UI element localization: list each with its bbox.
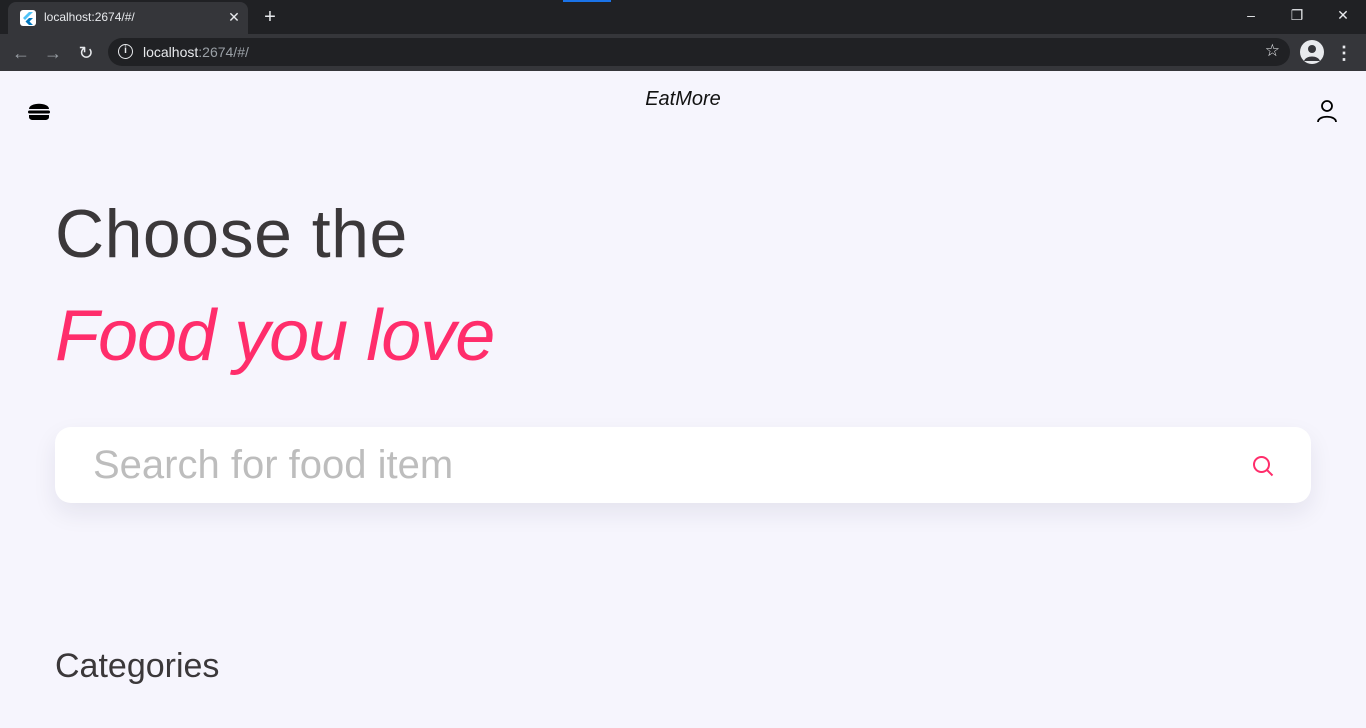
forward-icon[interactable]: → [40,40,66,66]
url-path: :2674/#/ [198,44,249,60]
search-box [55,427,1311,503]
tabstrip-accent [563,0,611,2]
search-icon[interactable] [1251,454,1275,478]
back-icon[interactable]: ← [8,40,34,66]
reload-icon[interactable]: ↻ [73,40,99,66]
browser-menu-icon[interactable]: ⋮ [1334,40,1354,66]
browser-tab[interactable]: localhost:2674/#/ ✕ [8,2,248,34]
tab-title: localhost:2674/#/ [44,10,135,24]
close-window-button[interactable]: ✕ [1320,0,1366,30]
hero-heading-line2: Food you love [55,296,495,376]
app-brand-title: EatMore [645,88,721,110]
minimize-button[interactable]: – [1228,0,1274,30]
categories-heading: Categories [55,647,220,685]
url-host: localhost [143,44,199,60]
restore-button[interactable]: ❐ [1274,0,1320,30]
address-url: localhost:2674/#/ [143,44,249,60]
new-tab-button[interactable]: + [256,4,284,30]
hero-heading-line1: Choose the [55,196,408,272]
bookmark-star-icon[interactable]: ☆ [1265,41,1280,61]
browser-toolbar: ← → ↻ i localhost:2674/#/ ☆ ⋮ [0,34,1366,71]
address-bar[interactable]: i localhost:2674/#/ ☆ [108,38,1290,66]
site-info-icon[interactable]: i [118,44,133,59]
app-page: EatMore Choose the Food you love Categor… [0,71,1366,728]
profile-avatar-icon[interactable] [1300,40,1324,64]
browser-tabstrip: localhost:2674/#/ ✕ + – ❐ ✕ [0,0,1366,34]
tab-close-icon[interactable]: ✕ [224,7,244,27]
flutter-favicon-icon [20,10,36,26]
search-input[interactable] [93,437,1233,493]
user-icon[interactable] [1316,99,1338,123]
